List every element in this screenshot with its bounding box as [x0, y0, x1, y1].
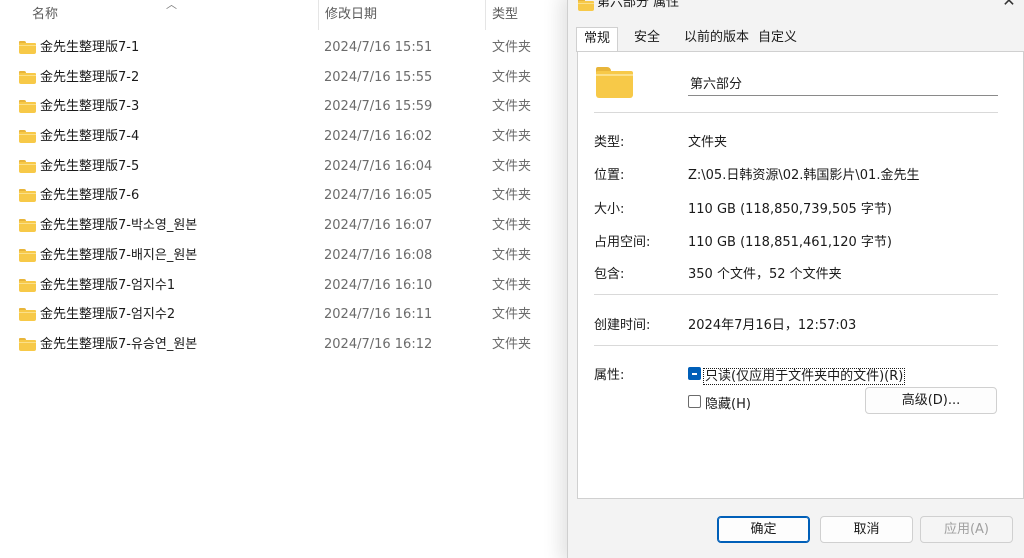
- folder-icon: [19, 337, 36, 351]
- general-panel: 类型: 文件夹 位置: Z:\05.日韩资源\02.韩国影片\01.金先生 大小…: [577, 51, 1024, 499]
- created-label: 创建时间:: [594, 318, 651, 333]
- readonly-label-text: 只读(仅应用于文件夹中的文件)(R): [702, 368, 906, 385]
- cancel-button[interactable]: 取消: [820, 516, 913, 543]
- size-value: 110 GB (118,850,739,505 字节): [688, 202, 892, 217]
- list-item[interactable]: 金先生整理版7-박소영_원본 2024/7/16 16:07 文件夹: [0, 211, 570, 241]
- file-name: 金先生整理版7-2: [40, 69, 140, 85]
- location-label: 位置:: [594, 168, 625, 183]
- tab-security[interactable]: 安全: [627, 27, 667, 51]
- properties-dialog: 第六部分 属性 ✕ 常规 安全 以前的版本 自定义 类型: 文件夹 位置: Z:…: [567, 0, 1024, 558]
- modified-date: 2024/7/16 16:02: [324, 129, 433, 145]
- list-item[interactable]: 金先生整理版7-유승연_원본 2024/7/16 16:12 文件夹: [0, 330, 570, 360]
- modified-date: 2024/7/16 16:07: [324, 218, 433, 234]
- file-type: 文件夹: [492, 99, 532, 115]
- folder-icon: [19, 130, 36, 144]
- modified-date: 2024/7/16 15:55: [324, 69, 433, 85]
- file-type: 文件夹: [492, 247, 532, 263]
- list-item[interactable]: 金先生整理版7-4 2024/7/16 16:02 文件夹: [0, 122, 570, 152]
- file-type: 文件夹: [492, 218, 532, 234]
- folder-icon: [19, 159, 36, 173]
- modified-date: 2024/7/16 16:04: [324, 158, 433, 174]
- column-type[interactable]: 类型: [485, 0, 575, 30]
- type-value: 文件夹: [688, 135, 728, 150]
- file-type: 文件夹: [492, 69, 532, 85]
- divider: [594, 294, 998, 295]
- file-name: 金先生整理版7-박소영_원본: [40, 218, 198, 234]
- list-item[interactable]: 金先生整理版7-1 2024/7/16 15:51 文件夹: [0, 33, 570, 63]
- apply-button[interactable]: 应用(A): [920, 516, 1013, 543]
- file-type: 文件夹: [492, 40, 532, 55]
- modified-date: 2024/7/16 16:05: [324, 188, 433, 204]
- tab-previous-versions[interactable]: 以前的版本: [677, 27, 756, 51]
- hidden-label[interactable]: 隐藏(H): [705, 393, 751, 412]
- modified-date: 2024/7/16 16:12: [324, 336, 433, 352]
- tab-general[interactable]: 常规: [576, 27, 619, 52]
- folder-icon: [19, 100, 36, 114]
- title-bar[interactable]: 第六部分 属性 ✕: [568, 0, 1024, 16]
- readonly-checkbox[interactable]: [688, 367, 701, 380]
- file-name: 金先生整理版7-5: [40, 158, 140, 174]
- disk-size-label: 占用空间:: [594, 235, 651, 250]
- file-name: 金先生整理版7-6: [40, 188, 140, 204]
- divider: [594, 112, 998, 113]
- file-name: 金先生整理版7-엄지수1: [40, 277, 176, 293]
- divider: [594, 345, 998, 346]
- file-type: 文件夹: [492, 277, 532, 293]
- folder-icon: [19, 189, 36, 203]
- dialog-title: 第六部分 属性: [597, 0, 680, 10]
- contains-value: 350 个文件，52 个文件夹: [688, 267, 842, 282]
- list-item[interactable]: 金先生整理版7-3 2024/7/16 15:59 文件夹: [0, 92, 570, 122]
- folder-icon: [19, 219, 36, 233]
- close-icon[interactable]: ✕: [998, 0, 1020, 12]
- readonly-label[interactable]: 只读(仅应用于文件夹中的文件)(R): [702, 365, 906, 385]
- file-name: 金先生整理版7-유승연_원본: [40, 336, 198, 352]
- modified-date: 2024/7/16 16:08: [324, 247, 433, 263]
- file-list: 金先生整理版7-1 2024/7/16 15:51 文件夹 金先生整理版7-2 2024…: [0, 33, 570, 360]
- folder-icon: [578, 0, 594, 11]
- ok-button[interactable]: 确定: [717, 516, 810, 543]
- type-label: 类型:: [594, 135, 625, 150]
- column-name[interactable]: 名称: [32, 0, 317, 30]
- list-item[interactable]: 金先生整理版7-엄지수1 2024/7/16 16:10 文件夹: [0, 271, 570, 301]
- list-item[interactable]: 金先生整理版7-배지은_원본 2024/7/16 16:08 文件夹: [0, 241, 570, 271]
- file-name: 金先生整理版7-4: [40, 129, 140, 145]
- file-type: 文件夹: [492, 307, 532, 323]
- file-name: 金先生整理版7-엄지수2: [40, 307, 176, 323]
- created-value: 2024年7月16日，12:57:03: [688, 318, 857, 333]
- folder-icon: [19, 41, 36, 54]
- modified-date: 2024/7/16 15:51: [324, 40, 433, 55]
- column-header: ︿ 名称 修改日期 类型: [0, 0, 570, 30]
- file-explorer: ︿ 名称 修改日期 类型 金先生整理版7-1 2024/7/16 15:51 文件夹…: [0, 0, 570, 558]
- advanced-button[interactable]: 高级(D)...: [865, 387, 997, 414]
- contains-label: 包含:: [594, 267, 625, 282]
- folder-icon: [19, 308, 36, 322]
- list-item[interactable]: 金先生整理版7-6 2024/7/16 16:05 文件夹: [0, 181, 570, 211]
- hidden-checkbox[interactable]: [688, 395, 701, 408]
- file-name: 金先生整理版7-배지은_원본: [40, 247, 198, 263]
- folder-icon-large: [596, 67, 634, 98]
- list-item[interactable]: 金先生整理版7-엄지수2 2024/7/16 16:11 文件夹: [0, 300, 570, 330]
- file-name: 金先生整理版7-3: [40, 99, 140, 115]
- size-label: 大小:: [594, 202, 625, 217]
- file-type: 文件夹: [492, 158, 532, 174]
- column-date[interactable]: 修改日期: [318, 0, 484, 30]
- file-type: 文件夹: [492, 188, 532, 204]
- folder-icon: [19, 248, 36, 262]
- file-type: 文件夹: [492, 336, 532, 352]
- folder-icon: [19, 70, 36, 84]
- file-type: 文件夹: [492, 129, 532, 145]
- modified-date: 2024/7/16 16:11: [324, 307, 433, 323]
- list-item[interactable]: 金先生整理版7-5 2024/7/16 16:04 文件夹: [0, 152, 570, 182]
- file-name: 金先生整理版7-1: [40, 40, 140, 55]
- attributes-label: 属性:: [594, 368, 625, 383]
- modified-date: 2024/7/16 16:10: [324, 277, 433, 293]
- folder-icon: [19, 278, 36, 292]
- tab-customize[interactable]: 自定义: [751, 27, 804, 51]
- location-value: Z:\05.日韩资源\02.韩国影片\01.金先生: [688, 168, 920, 183]
- list-item[interactable]: 金先生整理版7-2 2024/7/16 15:55 文件夹: [0, 63, 570, 93]
- folder-name-input[interactable]: [688, 69, 998, 96]
- modified-date: 2024/7/16 15:59: [324, 99, 433, 115]
- disk-size-value: 110 GB (118,851,461,120 字节): [688, 235, 892, 250]
